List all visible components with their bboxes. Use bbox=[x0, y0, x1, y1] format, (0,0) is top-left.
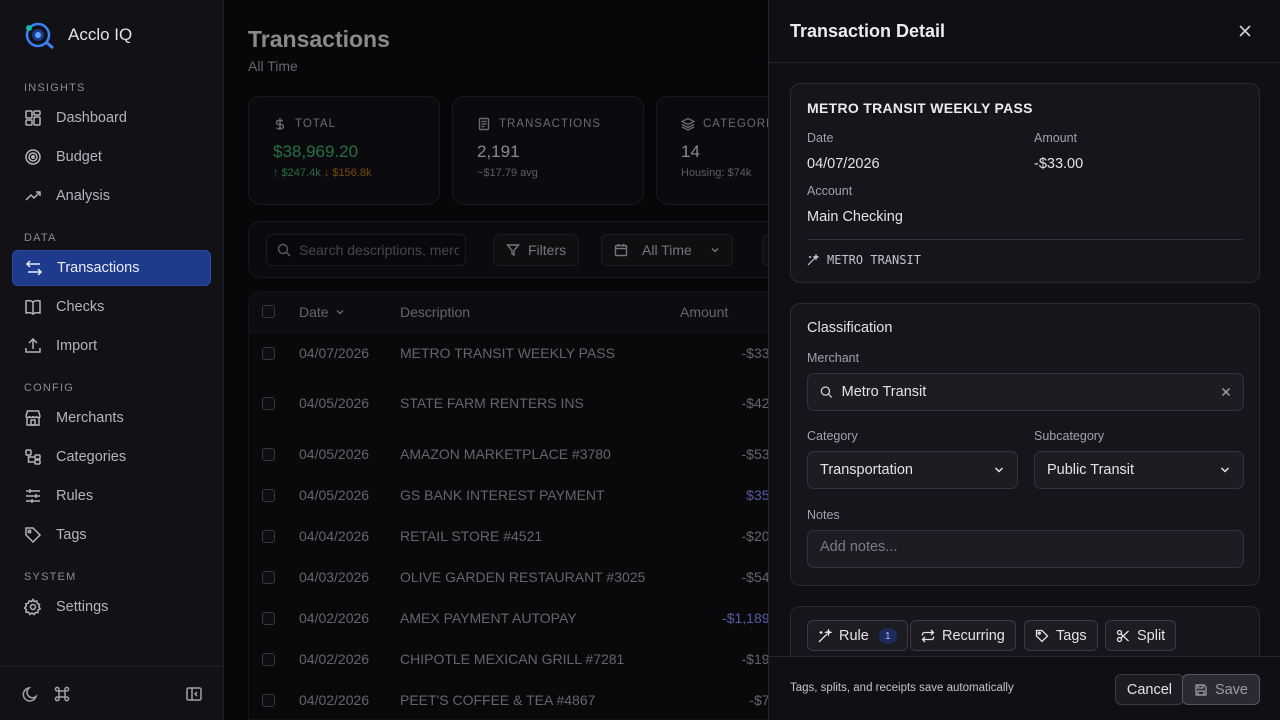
target-icon bbox=[25, 149, 41, 165]
category-value: Transportation bbox=[820, 462, 913, 478]
notes-textarea[interactable] bbox=[820, 539, 1231, 559]
sidebar-footer bbox=[0, 666, 224, 720]
command-icon[interactable] bbox=[53, 685, 71, 703]
save-label: Save bbox=[1214, 681, 1248, 698]
sidebar-item-label: Budget bbox=[56, 149, 102, 165]
upload-icon bbox=[25, 337, 41, 353]
gear-icon bbox=[24, 598, 42, 616]
rule-button[interactable]: Rule 1 bbox=[807, 620, 908, 651]
notes-label: Notes bbox=[807, 508, 840, 522]
sidebar-item-label: Categories bbox=[56, 449, 127, 465]
transaction-summary-card: METRO TRANSIT WEEKLY PASS Date 04/07/202… bbox=[790, 83, 1260, 283]
rule-label: Rule bbox=[839, 627, 869, 644]
transaction-detail-panel: Transaction Detail METRO TRANSIT WEEKLY … bbox=[768, 0, 1280, 720]
tags-label: Tags bbox=[1056, 627, 1087, 644]
tags-button[interactable]: Tags bbox=[1024, 620, 1098, 651]
arrows-swap-icon bbox=[25, 260, 43, 276]
category-label: Category bbox=[807, 429, 858, 443]
sidebar-item-label: Rules bbox=[56, 488, 94, 504]
book-icon bbox=[25, 299, 41, 315]
chevron-down-icon bbox=[1220, 467, 1230, 473]
repeat-icon bbox=[921, 629, 935, 642]
sidebar-item-analysis[interactable]: Analysis bbox=[12, 178, 211, 214]
store-icon bbox=[25, 410, 41, 426]
sidebar-item-label: Import bbox=[56, 338, 98, 354]
magic-wand-icon bbox=[807, 254, 819, 266]
section-label-system: SYSTEM bbox=[24, 571, 77, 583]
sidebar-item-label: Analysis bbox=[56, 188, 110, 204]
panel-divider bbox=[769, 62, 1280, 63]
search-icon bbox=[820, 386, 833, 398]
classification-title: Classification bbox=[807, 320, 893, 336]
sidebar-item-budget[interactable]: Budget bbox=[12, 139, 211, 175]
sidebar: Acclo IQ INSIGHTS Dashboard Budget Analy… bbox=[0, 0, 224, 720]
merchant-field[interactable] bbox=[807, 373, 1244, 411]
scissors-icon bbox=[1116, 629, 1129, 642]
recurring-label: Recurring bbox=[942, 627, 1005, 644]
account-label: Account bbox=[807, 184, 853, 198]
brand-name: Acclo IQ bbox=[68, 25, 133, 44]
transaction-description: METRO TRANSIT WEEKLY PASS bbox=[807, 100, 1033, 116]
tag-icon bbox=[1035, 629, 1049, 642]
trending-up-icon bbox=[25, 191, 41, 201]
panel-title: Transaction Detail bbox=[790, 21, 946, 41]
section-label-config: CONFIG bbox=[24, 382, 74, 394]
cancel-button[interactable]: Cancel bbox=[1114, 674, 1184, 705]
clear-icon[interactable] bbox=[1221, 387, 1231, 397]
account-value: Main Checking bbox=[807, 209, 903, 225]
autosave-note: Tags, splits, and receipts save automati… bbox=[790, 682, 1014, 694]
sidebar-item-tags[interactable]: Tags bbox=[12, 517, 211, 553]
sidebar-item-label: Merchants bbox=[56, 410, 124, 426]
subcategory-label: Subcategory bbox=[1034, 429, 1105, 443]
sidebar-item-rules[interactable]: Rules bbox=[12, 478, 211, 514]
save-button[interactable]: Save bbox=[1181, 674, 1260, 705]
section-label-data: DATA bbox=[24, 232, 57, 244]
card-divider bbox=[807, 239, 1243, 240]
rule-count-badge: 1 bbox=[878, 627, 897, 644]
section-label-insights: INSIGHTS bbox=[24, 82, 86, 94]
sidebar-item-label: Checks bbox=[56, 299, 105, 315]
subcategory-select[interactable]: Public Transit bbox=[1034, 451, 1244, 489]
classification-card: Classification Merchant Category Transpo… bbox=[790, 303, 1260, 586]
merchant-input[interactable] bbox=[841, 384, 1213, 400]
notes-field[interactable] bbox=[807, 530, 1244, 568]
sidebar-item-label: Dashboard bbox=[56, 110, 127, 126]
sidebar-item-import[interactable]: Import bbox=[12, 328, 211, 364]
sidebar-item-dashboard[interactable]: Dashboard bbox=[12, 100, 211, 136]
moon-icon[interactable] bbox=[22, 685, 40, 703]
magic-wand-icon bbox=[818, 628, 832, 642]
chevron-down-icon bbox=[994, 467, 1004, 473]
split-label: Split bbox=[1137, 627, 1166, 644]
amount-value: -$33.00 bbox=[1034, 156, 1084, 172]
categories-icon bbox=[25, 449, 41, 465]
raw-merchant-text: METRO TRANSIT bbox=[827, 253, 921, 267]
raw-merchant: METRO TRANSIT bbox=[807, 253, 921, 267]
sidebar-item-label: Transactions bbox=[57, 260, 140, 276]
sliders-icon bbox=[26, 489, 40, 503]
sidebar-item-label: Tags bbox=[56, 527, 87, 543]
sidebar-item-checks[interactable]: Checks bbox=[12, 289, 211, 325]
merchant-label: Merchant bbox=[807, 351, 860, 365]
recurring-button[interactable]: Recurring bbox=[910, 620, 1016, 651]
sidebar-item-settings[interactable]: Settings bbox=[12, 589, 211, 625]
dashboard-icon bbox=[25, 110, 41, 126]
panel-footer: Tags, splits, and receipts save automati… bbox=[769, 656, 1280, 720]
sidebar-item-categories[interactable]: Categories bbox=[12, 439, 211, 475]
close-icon[interactable] bbox=[1238, 24, 1252, 38]
collapse-sidebar-icon[interactable] bbox=[185, 685, 203, 703]
amount-label: Amount bbox=[1034, 131, 1078, 145]
subcategory-value: Public Transit bbox=[1047, 462, 1135, 478]
tag-icon bbox=[25, 527, 42, 544]
split-button[interactable]: Split bbox=[1105, 620, 1177, 651]
brand-logo-icon bbox=[25, 22, 54, 50]
sidebar-item-merchants[interactable]: Merchants bbox=[12, 400, 211, 436]
category-select[interactable]: Transportation bbox=[807, 451, 1018, 489]
date-label: Date bbox=[807, 131, 834, 145]
date-value: 04/07/2026 bbox=[807, 156, 880, 172]
brand[interactable]: Acclo IQ bbox=[22, 20, 132, 50]
sidebar-item-label: Settings bbox=[56, 599, 109, 615]
sidebar-item-transactions[interactable]: Transactions bbox=[12, 250, 211, 286]
save-icon bbox=[1195, 683, 1207, 696]
